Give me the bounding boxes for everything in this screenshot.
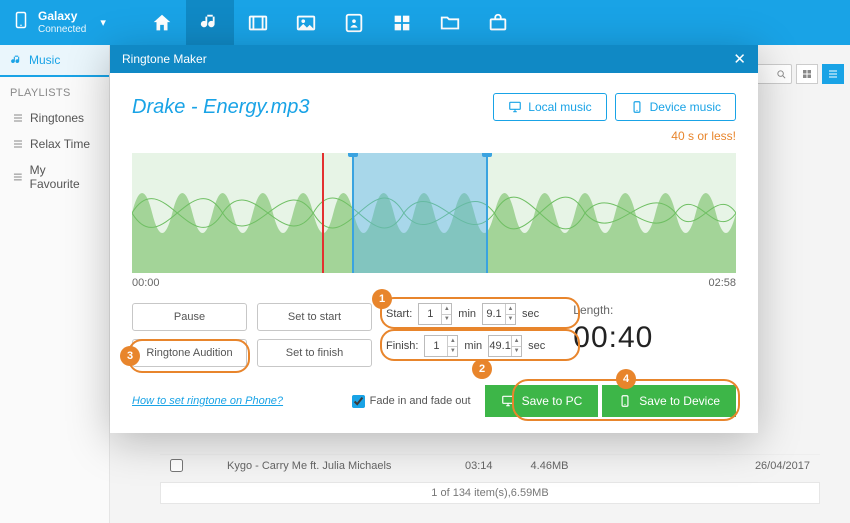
sidebar-item-label: Ringtones — [30, 111, 84, 125]
sidebar-tab-music[interactable]: Music — [0, 45, 109, 77]
callout-badge-1: 1 — [372, 289, 392, 309]
playlists-header: PLAYLISTS — [0, 77, 109, 105]
callout-badge-4: 4 — [616, 369, 636, 389]
time-end-label: 02:58 — [708, 277, 736, 289]
sidebar: Music PLAYLISTS Ringtones Relax Time My … — [0, 45, 110, 523]
track-size: 4.46MB — [531, 460, 569, 472]
nav-files[interactable] — [426, 0, 474, 45]
help-link[interactable]: How to set ringtone on Phone? — [132, 395, 283, 407]
start-sec-input[interactable]: 9.1▲▼ — [482, 303, 516, 325]
nav-music[interactable] — [186, 0, 234, 45]
selection-range[interactable] — [352, 153, 488, 273]
top-nav — [138, 0, 522, 45]
monitor-icon — [501, 394, 515, 408]
sidebar-item-relax[interactable]: Relax Time — [0, 131, 109, 157]
time-start-label: 00:00 — [132, 277, 160, 289]
fade-label-text: Fade in and fade out — [370, 395, 471, 407]
nav-toolbox[interactable] — [474, 0, 522, 45]
callout-badge-3: 3 — [120, 346, 140, 366]
dialog-title: Ringtone Maker — [122, 52, 207, 66]
selection-start-handle[interactable] — [348, 153, 358, 157]
start-min-input[interactable]: 1▲▼ — [418, 303, 452, 325]
nav-photos[interactable] — [282, 0, 330, 45]
track-title: Kygo - Carry Me ft. Julia Michaels — [227, 460, 427, 472]
sidebar-item-ringtones[interactable]: Ringtones — [0, 105, 109, 131]
nav-apps[interactable] — [378, 0, 426, 45]
finish-sec-input[interactable]: 49.1▲▼ — [488, 335, 522, 357]
track-list: Kygo - Carry Me ft. Julia Michaels 03:14… — [160, 454, 820, 504]
save-to-pc-button[interactable]: Save to PC — [485, 385, 599, 417]
save-to-device-button[interactable]: Save to Device — [602, 385, 736, 417]
unit-min: min — [464, 340, 482, 352]
playhead[interactable] — [322, 153, 324, 273]
device-status: Connected — [38, 24, 86, 35]
list-icon — [12, 138, 24, 150]
chevron-down-icon[interactable]: ▾ — [100, 16, 106, 29]
nav-home[interactable] — [138, 0, 186, 45]
sidebar-item-label: Relax Time — [30, 137, 90, 151]
fade-checkbox[interactable] — [352, 395, 365, 408]
sidebar-item-favourite[interactable]: My Favourite — [0, 157, 109, 197]
monitor-icon — [508, 100, 522, 114]
fade-checkbox-label[interactable]: Fade in and fade out — [352, 395, 471, 408]
local-music-button[interactable]: Local music — [493, 93, 606, 121]
view-grid-button[interactable] — [796, 64, 818, 84]
device-name: Galaxy — [38, 10, 86, 23]
phone-icon — [12, 8, 30, 37]
ringtone-maker-dialog: Ringtone Maker ✕ Drake - Energy.mp3 Loca… — [110, 45, 758, 433]
button-label: Device music — [650, 100, 721, 114]
search-icon — [776, 69, 787, 80]
music-icon — [10, 54, 23, 67]
list-icon — [12, 112, 24, 124]
list-footer: 1 of 134 item(s),6.59MB — [160, 482, 820, 504]
dialog-titlebar[interactable]: Ringtone Maker ✕ — [110, 45, 758, 73]
ringtone-audition-button[interactable]: Ringtone Audition — [132, 339, 247, 367]
sidebar-tab-label: Music — [29, 53, 60, 67]
length-label: Length: — [573, 303, 653, 317]
unit-sec: sec — [522, 308, 539, 320]
audio-filename: Drake - Energy.mp3 — [132, 96, 309, 119]
table-row[interactable]: Kygo - Carry Me ft. Julia Michaels 03:14… — [160, 454, 820, 476]
finish-label: Finish: — [386, 340, 418, 352]
close-icon[interactable]: ✕ — [733, 50, 746, 68]
device-info[interactable]: Galaxy Connected ▾ — [0, 8, 118, 37]
device-music-button[interactable]: Device music — [615, 93, 736, 121]
phone-icon — [618, 394, 632, 408]
selection-end-handle[interactable] — [482, 153, 492, 157]
unit-min: min — [458, 308, 476, 320]
track-duration: 03:14 — [465, 460, 493, 472]
button-label: Save to Device — [639, 394, 720, 408]
set-to-finish-button[interactable]: Set to finish — [257, 339, 372, 367]
nav-video[interactable] — [234, 0, 282, 45]
track-date: 26/04/2017 — [755, 460, 810, 472]
finish-min-input[interactable]: 1▲▼ — [424, 335, 458, 357]
phone-icon — [630, 100, 644, 114]
start-label: Start: — [386, 308, 412, 320]
duration-warning: 40 s or less! — [132, 129, 736, 143]
pause-button[interactable]: Pause — [132, 303, 247, 331]
top-bar: Galaxy Connected ▾ — [0, 0, 850, 45]
view-list-button[interactable] — [822, 64, 844, 84]
unit-sec: sec — [528, 340, 545, 352]
button-label: Save to PC — [522, 394, 583, 408]
list-icon — [12, 171, 24, 183]
length-value: 00:40 — [573, 321, 653, 355]
nav-contacts[interactable] — [330, 0, 378, 45]
row-checkbox[interactable] — [170, 459, 183, 472]
sidebar-item-label: My Favourite — [30, 163, 97, 191]
button-label: Local music — [528, 100, 591, 114]
set-to-start-button[interactable]: Set to start — [257, 303, 372, 331]
callout-badge-2: 2 — [472, 359, 492, 379]
waveform[interactable] — [132, 153, 736, 273]
